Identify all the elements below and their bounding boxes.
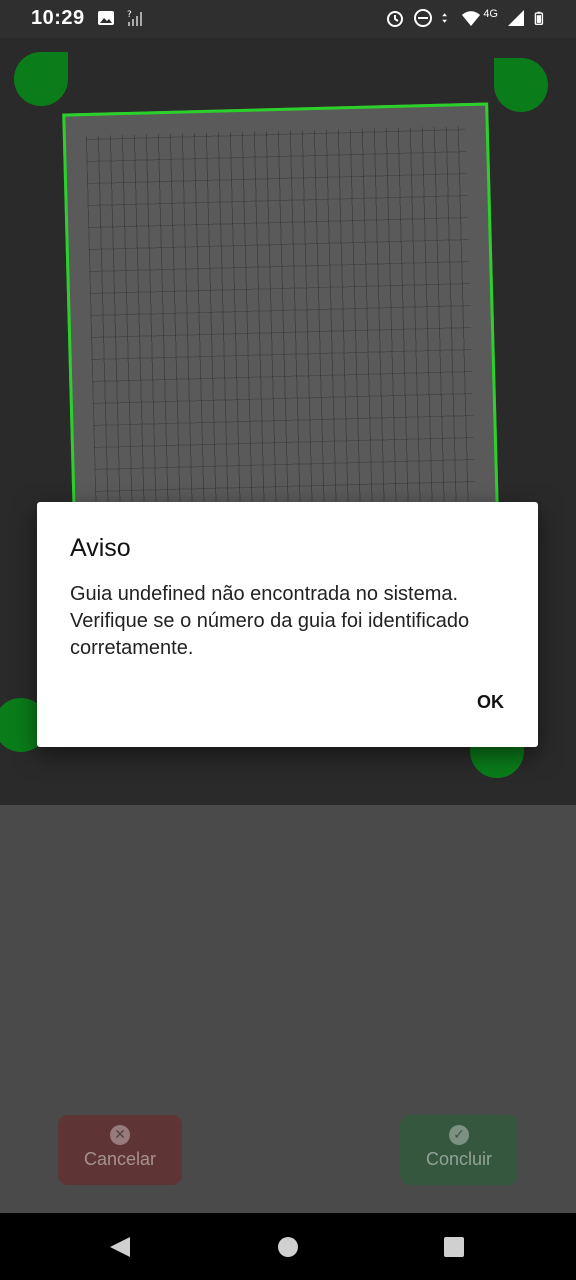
close-circle-icon: [110, 1125, 130, 1145]
recents-icon[interactable]: [444, 1237, 464, 1257]
check-circle-icon: [449, 1125, 469, 1145]
status-bar: 10:29 ? 4G: [0, 0, 576, 38]
do-not-disturb-icon: [414, 9, 433, 27]
cancel-button[interactable]: Cancelar: [58, 1115, 182, 1185]
wifi-icon: [462, 11, 481, 26]
home-icon[interactable]: [278, 1237, 298, 1257]
navigation-bar: [0, 1213, 576, 1280]
dialog-message: Guia undefined não encontrada no sistema…: [70, 583, 470, 659]
alert-dialog: Aviso Guia undefined não encontrada no s…: [37, 502, 538, 747]
back-icon[interactable]: [110, 1237, 130, 1257]
no-signal-icon: ?: [127, 10, 142, 26]
dialog-title: Aviso: [70, 534, 131, 562]
svg-text:?: ?: [127, 10, 132, 20]
crop-handle-top-right[interactable]: [494, 58, 548, 112]
status-icons-left: ?: [96, 8, 146, 28]
data-arrows-icon: [442, 13, 448, 23]
signal-icon: [508, 10, 524, 26]
confirm-button[interactable]: Concluir: [400, 1115, 518, 1185]
status-icons-right: 4G: [385, 8, 548, 28]
crop-handle-top-left[interactable]: [14, 52, 68, 106]
document-form-lines: [85, 126, 477, 536]
alarm-icon: [387, 11, 404, 27]
status-time: 10:29: [31, 7, 85, 29]
confirm-button-label: Concluir: [425, 1149, 493, 1169]
image-icon: [98, 11, 114, 25]
cancel-button-label: Cancelar: [83, 1149, 157, 1169]
ok-button[interactable]: OK: [477, 692, 504, 713]
battery-icon: [534, 11, 544, 25]
network-type-label: 4G: [483, 8, 498, 20]
detected-document: [62, 102, 500, 560]
